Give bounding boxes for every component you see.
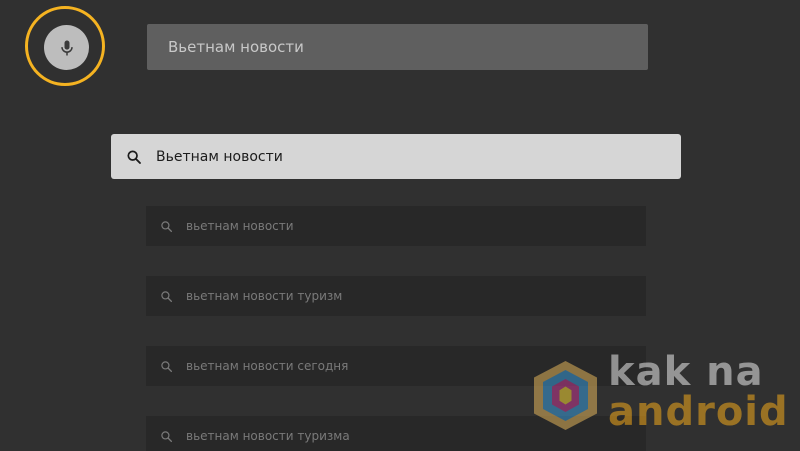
watermark-text: kak na android (608, 352, 789, 432)
suggestion-text: вьетнам новости (186, 219, 294, 233)
search-icon (160, 220, 173, 233)
suggestion-text: вьетнам новости туризм (186, 289, 343, 303)
search-result-main[interactable]: Вьетнам новости (111, 134, 681, 179)
watermark-logo: kak na android (528, 352, 788, 442)
watermark-line-2: android (608, 389, 789, 435)
search-icon (160, 430, 173, 443)
microphone-icon (60, 40, 73, 55)
search-icon (126, 149, 142, 165)
search-icon (160, 290, 173, 303)
search-icon (160, 360, 173, 373)
suggestion-text: вьетнам новости сегодня (186, 359, 349, 373)
voice-query-field[interactable]: Вьетнам новости (147, 24, 648, 70)
suggestion-text: вьетнам новости туризма (186, 429, 350, 443)
suggestion-item[interactable]: вьетнам новости туризм (146, 276, 646, 316)
search-result-text: Вьетнам новости (156, 148, 283, 165)
voice-search-button[interactable] (44, 25, 89, 70)
suggestion-item[interactable]: вьетнам новости (146, 206, 646, 246)
watermark-line-1: kak na (608, 349, 764, 395)
voice-query-text: Вьетнам новости (168, 38, 304, 56)
search-screen: Вьетнам новости Вьетнам новости вьетнам … (0, 0, 800, 451)
watermark-badge-icon (534, 361, 597, 430)
